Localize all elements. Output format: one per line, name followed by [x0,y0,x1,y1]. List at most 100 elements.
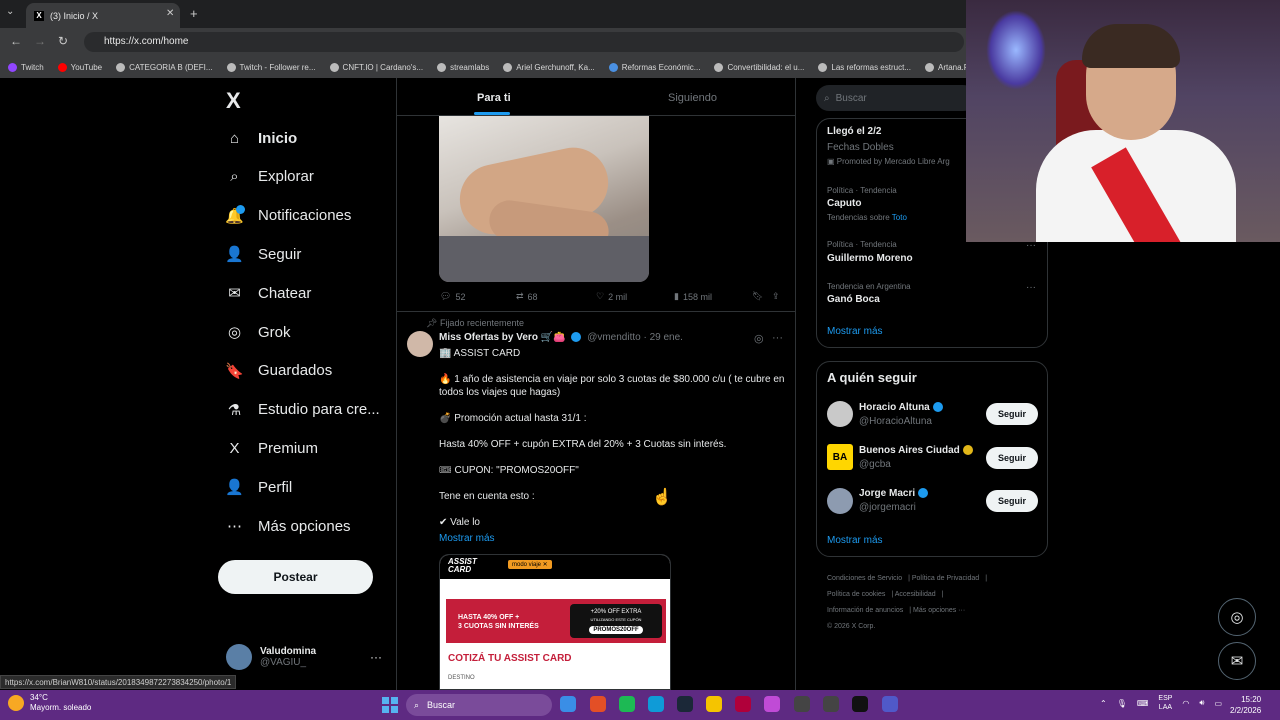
chevron-up-icon[interactable]: ⌃ [1100,699,1107,708]
share-icon[interactable]: ⇪ [772,291,780,302]
chrome-icon[interactable] [590,696,606,712]
browser-tab[interactable]: X (3) Inicio / X [26,3,180,28]
follow-button[interactable]: Seguir [986,403,1038,425]
tab-following[interactable]: Siguiendo [668,92,717,104]
keyboard-icon[interactable]: ⌨ [1137,699,1149,708]
tab-close-icon[interactable]: ✕ [166,8,174,19]
sidebar-item-profile[interactable]: 👤 Perfil [225,472,293,502]
tab-list-button[interactable]: ⌄ [6,6,14,17]
trend-title[interactable]: Ganó Boca [827,294,880,305]
sidebar-item-bookmarks[interactable]: 🔖 Guardados [225,356,332,386]
avatar[interactable] [827,488,853,514]
follow-name[interactable]: Horacio Altuna [859,402,946,413]
wifi-icon[interactable]: ◠ [1182,699,1189,708]
follow-button[interactable]: Seguir [986,447,1038,469]
sidebar-item-explore[interactable]: ⌕ Explorar [226,162,314,192]
sidebar-item-premium[interactable]: X Premium [226,433,318,463]
sidebar-item-follow[interactable]: 👤 Seguir [225,239,302,269]
sidebar-item-label: Perfil [258,478,293,496]
taskbar-search[interactable]: ⌕ Buscar [406,694,552,716]
bookmark-item[interactable]: Las reformas estruct... [818,62,911,72]
heart-icon: ♡ [596,291,605,301]
settings-icon[interactable] [823,696,839,712]
bookmark-item[interactable]: streamlabs [437,62,489,72]
bookmark-item[interactable]: Reformas Económic... [608,62,700,72]
obs-icon[interactable] [619,696,635,712]
grok-icon[interactable]: ◎ [754,332,764,345]
sidebar-item-home[interactable]: ⌂ Inicio [226,123,297,153]
chart-icon: ▮ [674,291,679,301]
chat-icon: ✉ [228,285,241,303]
sidebar-item-more[interactable]: ⋯ Más opciones [226,511,351,541]
follow-name[interactable]: Jorge Macri [859,488,931,499]
avatar[interactable] [407,331,433,357]
battery-icon[interactable]: ▭ [1214,699,1222,708]
meta-icon[interactable] [882,696,898,712]
sidebar-item-creator-studio[interactable]: ⚗ Estudio para cre... [226,395,380,425]
repost-button[interactable]: ⇄ 68 [516,291,538,302]
follow-button[interactable]: Seguir [986,490,1038,512]
trend-more-icon[interactable]: ··· [1026,282,1036,293]
sidebar-item-chat[interactable]: ✉ Chatear [226,278,311,308]
tab-for-you[interactable]: Para ti [477,92,511,104]
bookmark-icon[interactable]: 🔖︎ [752,291,763,302]
sidebar-item-grok[interactable]: ◎ Grok [226,317,291,347]
folder-icon[interactable] [735,696,751,712]
tweet-author-handle[interactable]: @vmenditto [587,332,641,343]
link-card[interactable]: ASSIST CARD modo viaje ✕ HASTA 40% OFF +3… [439,554,671,690]
card-banner: HASTA 40% OFF +3 CUOTAS SIN INTERÉS +20%… [446,599,666,643]
sun-icon [8,695,24,711]
taskbar-clock[interactable]: 15:20 2/2/2026 [1230,694,1261,716]
trend-title[interactable]: Caputo [827,198,861,209]
trends-show-more-link[interactable]: Mostrar más [827,326,883,337]
messages-fab-icon[interactable]: ✉ [1218,642,1256,680]
tweet-more-icon[interactable]: ··· [772,332,783,344]
app-icon[interactable] [852,696,868,712]
windows-start-icon[interactable] [382,697,398,713]
edge-icon[interactable] [560,696,576,712]
browser-icon[interactable] [677,696,693,712]
trend-title[interactable]: Guillermo Moreno [827,253,913,264]
bookmark-item[interactable]: Twitch - Follower re... [226,62,316,72]
bookmark-item[interactable]: CNFT.IO | Cardano's... [329,62,423,72]
premium-icon: X [229,439,240,457]
bookmark-item[interactable]: Twitch [8,62,44,72]
steam-icon[interactable] [706,696,722,712]
mic-icon[interactable]: 🎙︎ [1117,699,1127,708]
bookmark-item[interactable]: YouTube [57,62,102,72]
tweet-date[interactable]: · 29 ene. [643,332,682,343]
reply-button[interactable]: 💬︎ 52 [440,291,465,302]
avatar[interactable] [827,401,853,427]
bookmark-item[interactable]: CATEGORIA B (DEFI... [116,62,213,72]
search-input[interactable]: ⌕ Buscar [816,85,976,111]
like-button[interactable]: ♡ 2 mil [596,291,627,302]
account-switcher[interactable]: Valudomina @VAGIU_ [226,644,316,670]
views-button[interactable]: ▮ 158 mil [674,291,712,302]
post-photo[interactable] [439,116,649,282]
sidebar-item-label: Seguir [258,245,302,263]
volume-icon[interactable]: 🔊︎ [1199,698,1204,708]
back-icon[interactable]: ← [10,34,22,48]
account-more-icon[interactable]: ··· [370,650,382,664]
follow-show-more-link[interactable]: Mostrar más [827,535,883,546]
bookmark-item[interactable]: Ariel Gerchunoff, Ka... [503,62,595,72]
x-logo-icon[interactable]: X [226,88,241,114]
trend-title[interactable]: Llegó el 2/2 [827,126,881,137]
bookmark-item[interactable]: Convertibilidad: el u... [714,62,804,72]
sidebar-item-notifications[interactable]: 🔔 Notificaciones [225,201,351,231]
avatar[interactable]: BA [827,444,853,470]
new-tab-button[interactable]: + [190,6,198,21]
language-indicator[interactable]: ESP LAA [1158,694,1172,712]
grok-fab-icon[interactable]: ◎ [1218,598,1256,636]
app-icon[interactable] [764,696,780,712]
follow-name[interactable]: Buenos Aires Ciudad [859,445,976,456]
show-more-link[interactable]: Mostrar más [439,533,495,544]
copilot-icon[interactable] [794,696,810,712]
forward-icon[interactable]: → [34,34,46,48]
weather-widget[interactable]: 34°C Mayorm. soleado [8,693,91,713]
tweet-author-name[interactable]: Miss Ofertas by Vero 🛒👛 [439,332,566,343]
url-input[interactable]: https://x.com/home [84,32,964,52]
spotify-icon[interactable] [648,696,664,712]
reload-icon[interactable]: ↻ [58,34,68,48]
post-button[interactable]: Postear [218,560,373,594]
